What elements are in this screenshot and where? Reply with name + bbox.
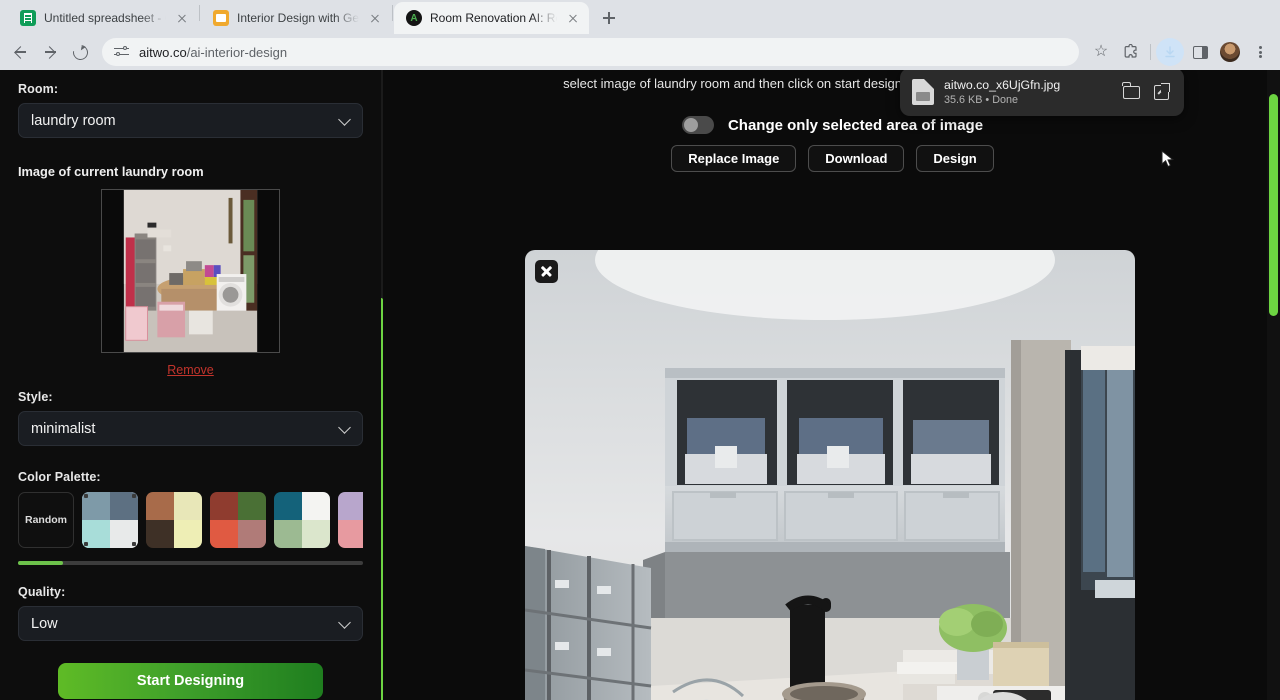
side-panel-button[interactable] (1186, 38, 1214, 66)
palette-swatch-5[interactable] (338, 492, 363, 548)
folder-icon (1123, 86, 1140, 99)
page-scrollbar-thumb[interactable] (1269, 94, 1278, 316)
download-filename: aitwo.co_x6UjGfn.jpg (944, 78, 1112, 92)
change-selected-area-toggle[interactable] (682, 116, 714, 134)
tab-title: Room Renovation AI: Renovat (430, 11, 557, 25)
browser-tab-interior-design[interactable]: Interior Design with Generati (201, 2, 391, 34)
chrome-menu-icon (1252, 44, 1268, 60)
replace-image-button[interactable]: Replace Image (671, 145, 796, 172)
palette-swatch-1[interactable] (82, 492, 138, 548)
action-button-row: Replace Image Download Design (385, 145, 1280, 172)
download-meta: 35.6 KB • Done (944, 94, 1112, 106)
close-icon[interactable] (367, 10, 383, 26)
downloads-icon (1163, 45, 1177, 59)
remove-image-link[interactable]: Remove (18, 363, 363, 377)
forward-button[interactable] (36, 38, 64, 66)
extensions-icon (1123, 44, 1139, 60)
reload-icon (70, 42, 91, 63)
mouse-cursor (1161, 150, 1175, 168)
palette-swatch-4[interactable] (274, 492, 330, 548)
palette-swatch-3[interactable] (210, 492, 266, 548)
palette-scrollbar[interactable] (18, 561, 363, 565)
toggle-label: Change only selected area of image (728, 117, 983, 134)
chevron-down-icon (338, 616, 351, 629)
close-x-icon[interactable] (535, 260, 558, 283)
palette-label: Color Palette: (18, 470, 363, 484)
browser-tab-room-renovation[interactable]: A Room Renovation AI: Renovat (394, 2, 589, 34)
reload-button[interactable] (66, 38, 94, 66)
style-label: Style: (18, 390, 363, 404)
open-external-icon (1154, 85, 1169, 100)
new-tab-button[interactable] (595, 4, 623, 32)
design-button[interactable]: Design (916, 145, 993, 172)
close-icon[interactable] (174, 10, 190, 26)
downloads-button[interactable] (1156, 38, 1184, 66)
page-content: Room: laundry room Image of current laun… (0, 70, 1280, 700)
forward-icon (43, 45, 57, 59)
generated-image-container[interactable] (525, 250, 1135, 700)
room-select[interactable]: laundry room (18, 103, 363, 138)
palette-random-label: Random (25, 514, 67, 526)
side-panel-icon (1193, 46, 1208, 59)
address-bar[interactable]: aitwo.co/ai-interior-design (102, 38, 1079, 66)
sheets-icon (20, 10, 36, 26)
quality-select-value: Low (31, 616, 58, 632)
show-in-folder-button[interactable] (1122, 82, 1142, 102)
chevron-down-icon (338, 113, 351, 126)
back-icon (13, 45, 27, 59)
download-button[interactable]: Download (808, 145, 904, 172)
toolbar-divider (1150, 44, 1151, 60)
tab-strip: Untitled spreadsheet - Googl Interior De… (0, 0, 1280, 34)
palette-swatch-random[interactable]: Random (18, 492, 74, 548)
tab-divider (199, 5, 200, 21)
image-section-title: Image of current laundry room (18, 164, 363, 179)
site-settings-icon[interactable] (114, 45, 129, 60)
palette-swatch-2[interactable] (146, 492, 202, 548)
palette-scrollbar-thumb[interactable] (18, 561, 63, 565)
browser-toolbar: aitwo.co/ai-interior-design ☆ (0, 34, 1280, 70)
thumbnail-image (102, 190, 279, 352)
download-notification-popup[interactable]: aitwo.co_x6UjGfn.jpg 35.6 KB • Done (900, 70, 1184, 116)
orange-square-icon (213, 10, 229, 26)
open-in-new-button[interactable] (1152, 82, 1172, 102)
main-panel: select image of laundry room and then cl… (385, 70, 1280, 700)
back-button[interactable] (6, 38, 34, 66)
profile-button[interactable] (1216, 38, 1244, 66)
room-select-value: laundry room (31, 113, 116, 129)
room-label: Room: (18, 82, 363, 96)
generated-room-image (525, 250, 1135, 700)
quality-select[interactable]: Low (18, 606, 363, 641)
start-designing-button[interactable]: Start Designing (58, 663, 323, 699)
aitwo-logo-icon: A (406, 10, 422, 26)
bookmark-star-icon: ☆ (1093, 44, 1109, 60)
tab-title: Interior Design with Generati (237, 11, 359, 25)
browser-chrome: Untitled spreadsheet - Googl Interior De… (0, 0, 1280, 70)
profile-avatar-icon (1220, 42, 1240, 62)
browser-tab-spreadsheet[interactable]: Untitled spreadsheet - Googl (8, 2, 198, 34)
url-text: aitwo.co/ai-interior-design (139, 45, 287, 60)
extensions-button[interactable] (1117, 38, 1145, 66)
quality-label: Quality: (18, 585, 363, 599)
current-room-thumbnail[interactable] (101, 189, 280, 353)
selected-area-toggle-row: Change only selected area of image (385, 116, 1280, 134)
bookmark-button[interactable]: ☆ (1087, 38, 1115, 66)
chevron-down-icon (338, 421, 351, 434)
tab-title: Untitled spreadsheet - Googl (44, 11, 166, 25)
page-scrollbar-track[interactable] (1267, 70, 1280, 700)
chrome-menu-button[interactable] (1246, 38, 1274, 66)
download-texts: aitwo.co_x6UjGfn.jpg 35.6 KB • Done (944, 78, 1112, 106)
color-palette-row: Random (18, 492, 363, 548)
control-sidebar: Room: laundry room Image of current laun… (0, 70, 381, 700)
file-icon (912, 79, 934, 105)
close-icon[interactable] (565, 10, 581, 26)
style-select[interactable]: minimalist (18, 411, 363, 446)
tab-divider (392, 5, 393, 21)
style-select-value: minimalist (31, 421, 95, 437)
